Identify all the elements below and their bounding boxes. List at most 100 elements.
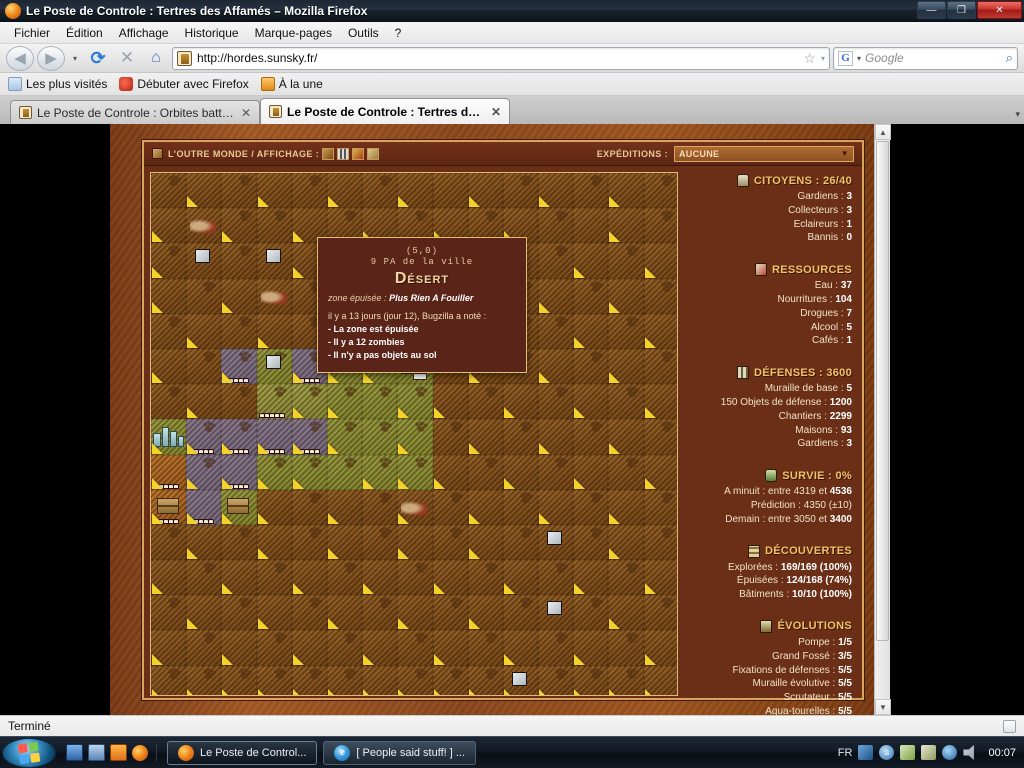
map-cell[interactable] xyxy=(643,208,677,244)
map-cell[interactable] xyxy=(432,630,468,666)
page-scrollbar[interactable]: ▲ ▼ xyxy=(874,124,891,715)
map-cell[interactable] xyxy=(221,454,257,490)
map-cell[interactable] xyxy=(256,278,292,314)
map-cell[interactable] xyxy=(538,348,574,385)
map-cell[interactable] xyxy=(502,384,539,420)
map-cell[interactable] xyxy=(256,173,292,209)
map-cell[interactable] xyxy=(538,313,574,349)
map-cell[interactable] xyxy=(221,630,257,666)
map-cell[interactable] xyxy=(221,208,257,244)
map-cell[interactable] xyxy=(291,524,327,561)
map-cell[interactable] xyxy=(186,278,222,314)
menu-affichage[interactable]: Affichage xyxy=(111,24,177,42)
google-search-engine-icon[interactable]: G xyxy=(838,50,853,66)
map-cell[interactable] xyxy=(186,208,222,244)
update-icon[interactable] xyxy=(900,745,916,760)
map-cell[interactable] xyxy=(643,630,677,666)
map-cell[interactable] xyxy=(221,419,257,455)
map-cell[interactable] xyxy=(643,489,677,525)
map-cell[interactable] xyxy=(432,665,468,695)
url-dropdown-icon[interactable]: ▾ xyxy=(821,54,825,63)
map-cell[interactable] xyxy=(186,419,222,455)
maximize-button[interactable]: ❐ xyxy=(947,1,976,19)
map-cell[interactable] xyxy=(256,313,292,349)
map-cell[interactable] xyxy=(186,384,222,420)
map-cell[interactable] xyxy=(432,419,468,455)
map-cell[interactable] xyxy=(608,208,644,244)
map-cell[interactable] xyxy=(221,348,257,385)
home-icon[interactable]: ⌂ xyxy=(143,46,169,70)
map-cell[interactable] xyxy=(643,384,677,420)
map-cell[interactable] xyxy=(221,173,257,209)
map-cell[interactable] xyxy=(326,560,363,596)
list-all-tabs-icon[interactable]: ▾ xyxy=(1015,109,1020,124)
map-cell[interactable] xyxy=(186,489,222,525)
map-cell[interactable] xyxy=(573,384,609,420)
map-cell[interactable] xyxy=(643,278,677,314)
map-cell[interactable] xyxy=(573,278,609,314)
map-cell[interactable] xyxy=(151,208,187,244)
map-cell[interactable] xyxy=(362,489,398,525)
map-cell[interactable] xyxy=(221,595,257,631)
map-cell[interactable] xyxy=(221,524,257,561)
map-cell[interactable] xyxy=(362,560,398,596)
taskbar-clock[interactable]: 00:07 xyxy=(988,747,1016,759)
map-cell[interactable] xyxy=(643,665,677,695)
map-cell[interactable] xyxy=(538,560,574,596)
map-cell[interactable] xyxy=(467,419,503,455)
search-engine-caret-icon[interactable]: ▾ xyxy=(857,54,861,63)
map-cell[interactable] xyxy=(432,489,468,525)
map-cell[interactable] xyxy=(608,173,644,209)
map-cell[interactable] xyxy=(643,560,677,596)
map-cell[interactable] xyxy=(608,384,644,420)
map-cell[interactable] xyxy=(151,454,187,490)
scroll-up-icon[interactable]: ▲ xyxy=(875,124,891,140)
plain-view-icon[interactable] xyxy=(367,147,380,160)
minimize-button[interactable]: — xyxy=(917,1,946,19)
map-cell[interactable] xyxy=(643,348,677,385)
tab-tertres-des-affames[interactable]: Le Poste de Controle : Tertres des... ✕ xyxy=(260,98,510,124)
menu-edition[interactable]: Édition xyxy=(58,24,111,42)
map-cell[interactable] xyxy=(291,454,327,490)
close-button[interactable]: ✕ xyxy=(977,1,1022,19)
map-cell[interactable] xyxy=(467,560,503,596)
map-cell[interactable] xyxy=(256,208,292,244)
map-cell[interactable] xyxy=(608,313,644,349)
expeditions-select[interactable]: AUCUNE ▼ xyxy=(674,145,854,162)
map-cell[interactable] xyxy=(608,454,644,490)
map-cell[interactable] xyxy=(151,489,187,525)
map-cell[interactable] xyxy=(291,630,327,666)
map-cell[interactable] xyxy=(151,278,187,314)
map-cell[interactable] xyxy=(397,419,433,455)
world-map[interactable]: (5,0) 9 PA de la ville Désert zone épuis… xyxy=(150,172,678,696)
map-cell[interactable] xyxy=(643,595,677,631)
tab-close-icon[interactable]: ✕ xyxy=(241,106,251,120)
map-cell[interactable] xyxy=(502,489,539,525)
map-cell[interactable] xyxy=(397,595,433,631)
url-bar[interactable]: http://hordes.sunsky.fr/ ☆ ▾ xyxy=(172,46,830,70)
map-cell[interactable] xyxy=(326,595,363,631)
map-cell[interactable] xyxy=(573,560,609,596)
map-cell[interactable] xyxy=(397,384,433,420)
map-cell[interactable] xyxy=(151,630,187,666)
map-cell[interactable] xyxy=(502,595,539,631)
map-cell[interactable] xyxy=(362,524,398,561)
map-cell[interactable] xyxy=(467,595,503,631)
map-cell[interactable] xyxy=(151,243,187,279)
map-cell[interactable] xyxy=(538,173,574,209)
map-cell[interactable] xyxy=(186,243,222,279)
tab-close-icon[interactable]: ✕ xyxy=(491,105,501,119)
map-cell[interactable] xyxy=(643,173,677,209)
map-cell[interactable] xyxy=(538,454,574,490)
map-cell[interactable] xyxy=(256,419,292,455)
map-cell[interactable] xyxy=(467,454,503,490)
bookmark-debuter-avec-firefox[interactable]: Débuter avec Firefox xyxy=(119,77,249,91)
map-cell[interactable] xyxy=(221,384,257,420)
map-cell[interactable] xyxy=(538,278,574,314)
map-cell[interactable] xyxy=(573,419,609,455)
map-cell[interactable] xyxy=(151,313,187,349)
map-cell[interactable] xyxy=(608,348,644,385)
map-cell[interactable] xyxy=(221,489,257,525)
menu-historique[interactable]: Historique xyxy=(177,24,247,42)
map-cell[interactable] xyxy=(151,384,187,420)
